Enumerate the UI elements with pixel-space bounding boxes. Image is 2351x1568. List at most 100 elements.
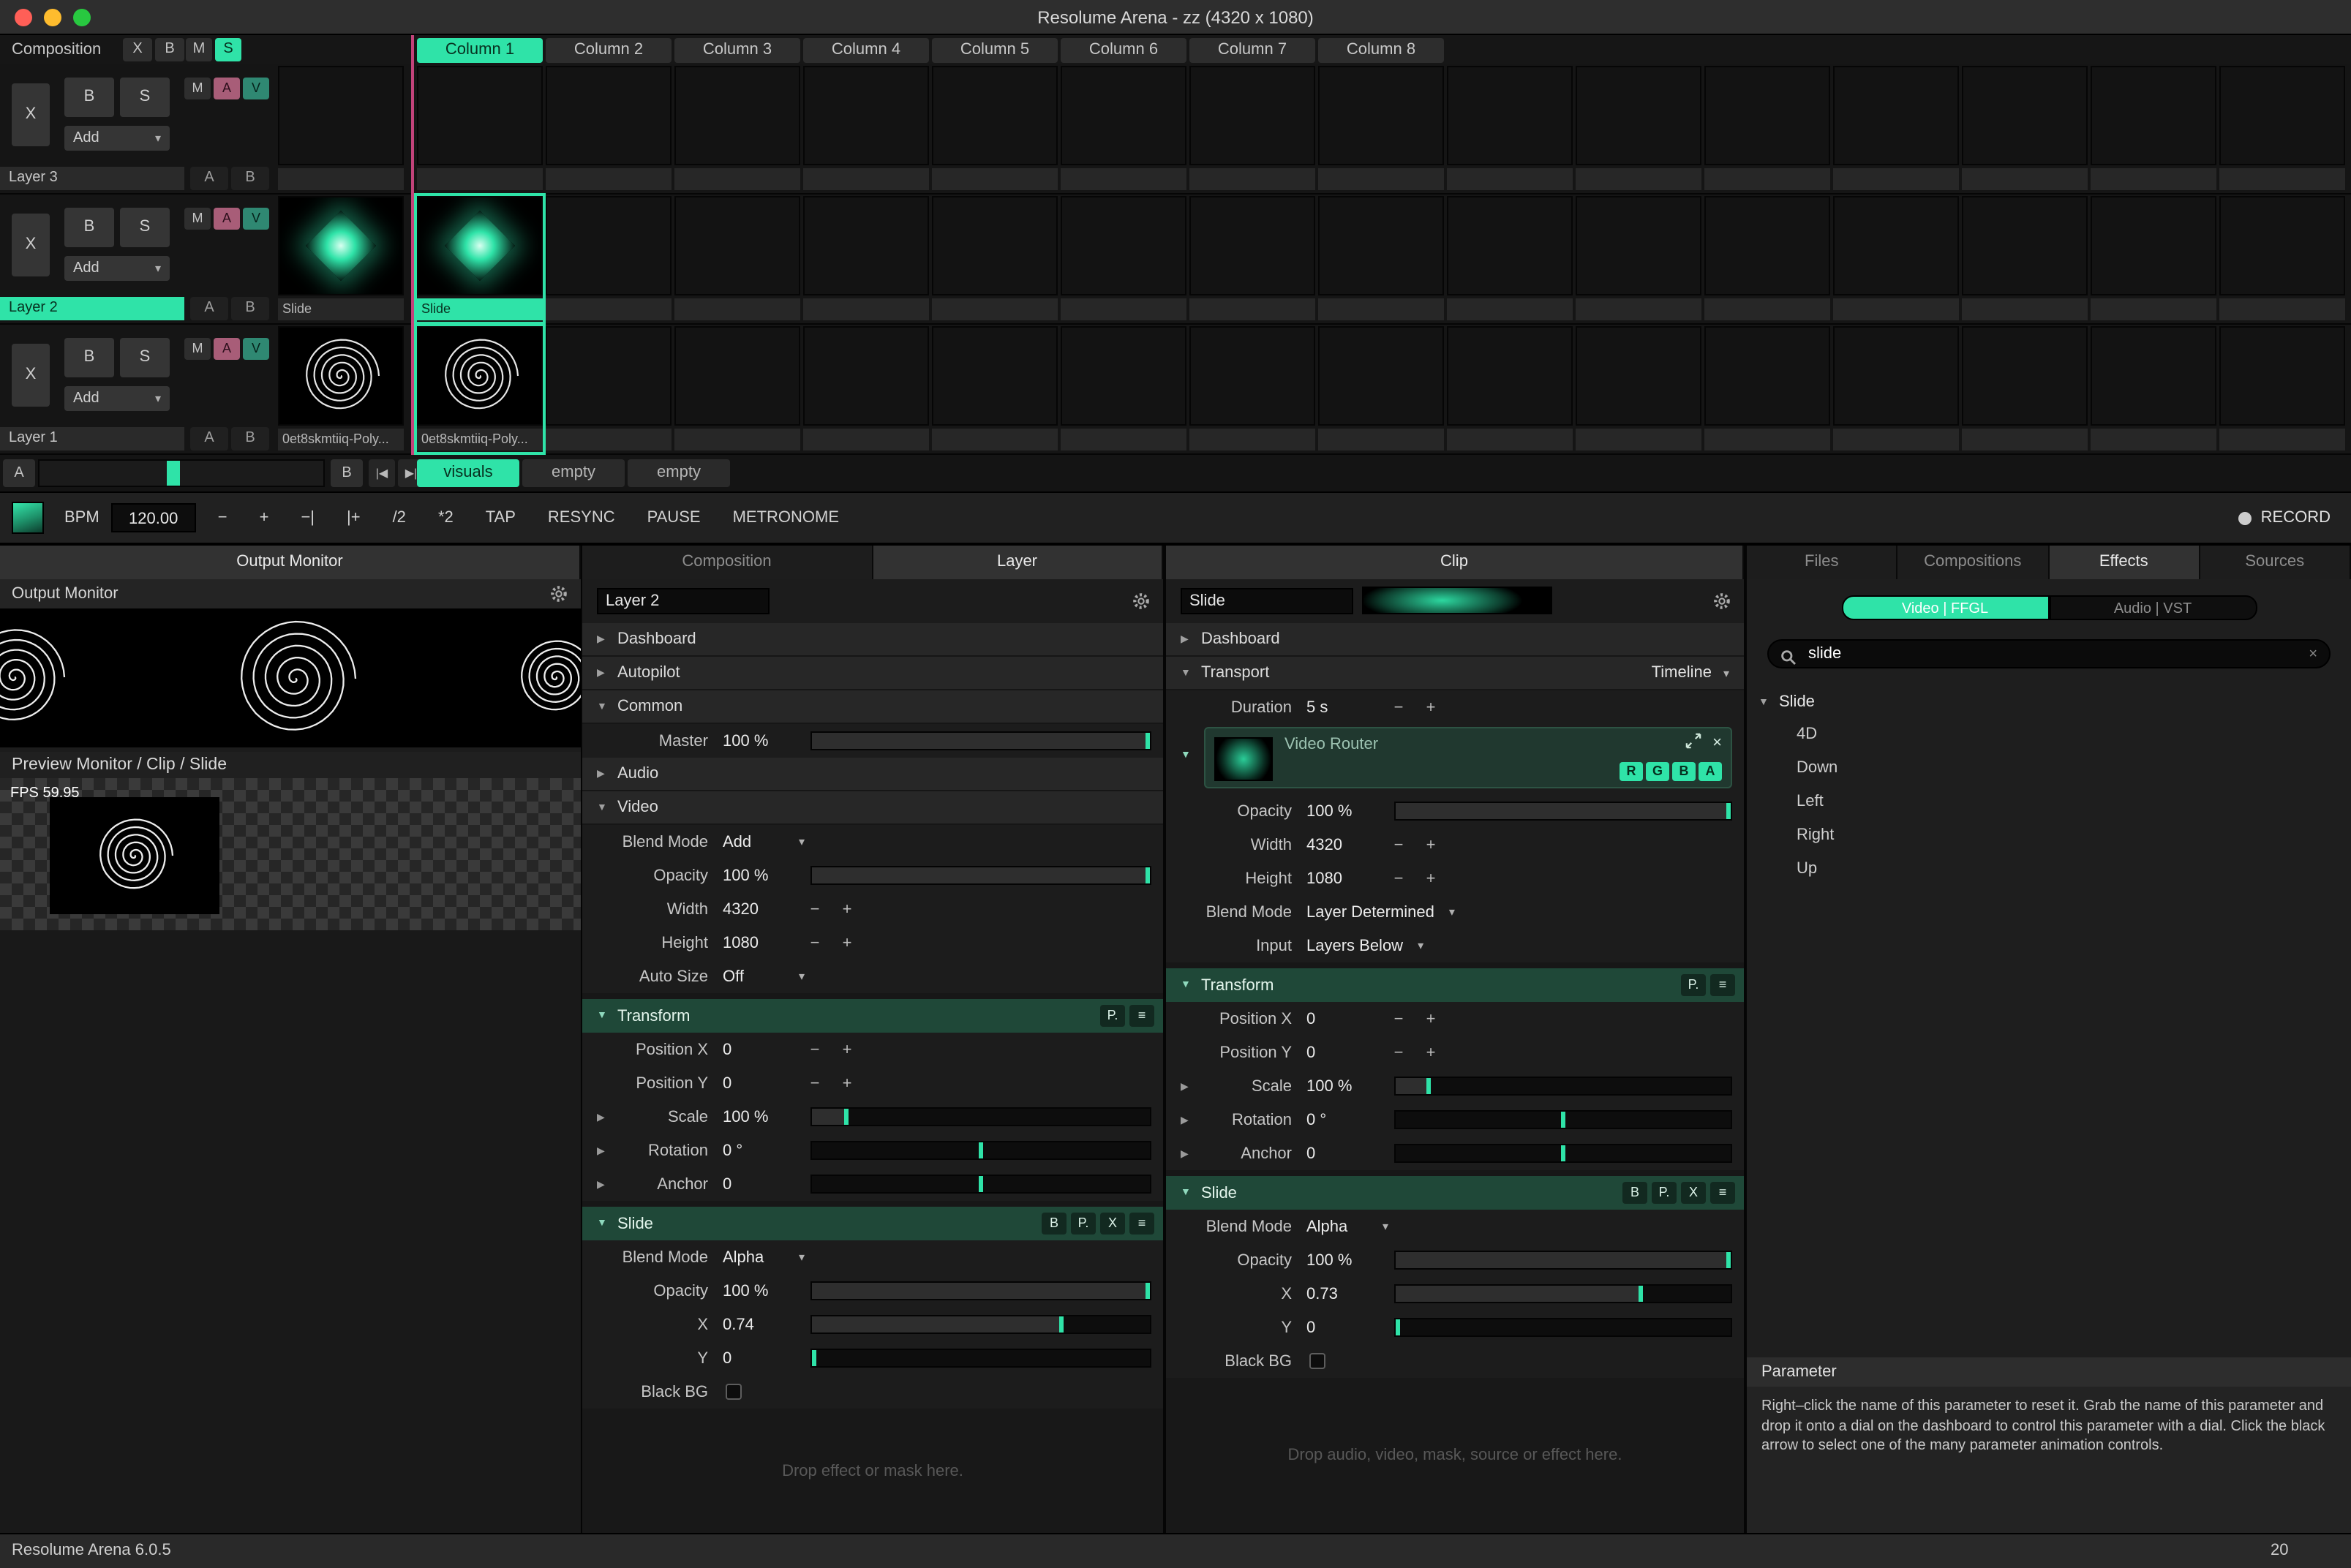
clip-cell[interactable] [2219,66,2345,192]
column-header-1[interactable]: Column 1 [417,38,543,63]
composition-s-button[interactable]: S [215,38,241,61]
clip-cell[interactable] [1576,196,1701,322]
bpm-half-button[interactable]: /2 [377,502,422,534]
slider-handle[interactable] [1146,1283,1150,1299]
drop-target[interactable]: Drop effect or mask here. [582,1409,1163,1533]
layer-m-button[interactable]: M [184,208,211,230]
layer-crossfader-a[interactable]: A [190,427,228,451]
clip-cell[interactable] [2091,66,2216,192]
param-value[interactable]: 0 [1306,1044,1383,1061]
increment-button[interactable]: + [1415,836,1447,853]
layer-settings-gear-icon[interactable] [1131,591,1151,611]
layer-a-button[interactable]: A [214,78,240,99]
composition-bypass-button[interactable]: B [155,38,184,61]
clip-cell[interactable] [803,196,929,322]
transport-mode-dropdown[interactable]: Timeline▾ [1652,664,1729,682]
param-slider[interactable] [1394,1144,1732,1163]
tab-composition[interactable]: Composition [582,546,873,579]
param-slider[interactable] [810,1175,1151,1194]
crossfader-slider[interactable] [38,459,325,487]
deck-tab-visuals-0[interactable]: visuals [417,459,519,487]
clip-cell[interactable] [1318,326,1444,452]
crossfader-b-button[interactable]: B [331,459,363,487]
param-value[interactable]: 0 [1306,1319,1383,1336]
param-slider[interactable] [810,866,1151,885]
effect-item-left[interactable]: Left [1747,785,2351,819]
clip-cell[interactable] [1189,66,1315,192]
decrement-button[interactable]: − [799,900,831,918]
param-slider[interactable] [1394,1284,1732,1303]
effect-item-right[interactable]: Right [1747,819,2351,853]
slider-handle[interactable] [1146,733,1150,749]
layer-solo-button[interactable]: S [120,78,170,117]
layer-active-clip-preview[interactable]: 0et8skmtiiq-Poly... [278,326,404,452]
clip-cell[interactable]: 0et8skmtiiq-Poly... [417,326,543,452]
crossfader-handle[interactable] [167,461,180,486]
bpm-increase-button[interactable]: + [244,502,285,534]
toggle-audio-vst[interactable]: Audio | VST [2049,595,2257,620]
layer-blend-dropdown[interactable]: Add▾ [64,256,170,281]
layer-bypass-button[interactable]: B [64,338,114,377]
slider-handle[interactable] [1726,1252,1731,1268]
param-value[interactable]: 100 % [723,1282,799,1300]
clip-cell[interactable]: Slide [417,196,543,322]
effect-item-down[interactable]: Down [1747,752,2351,785]
decrement-button[interactable]: − [799,934,831,951]
slider-handle[interactable] [979,1176,983,1192]
layer-crossfader-b[interactable]: B [231,297,269,320]
decrement-button[interactable]: − [1383,698,1415,716]
layer-blend-dropdown[interactable]: Add▾ [64,386,170,411]
expand-icon[interactable]: ▶ [597,1145,605,1156]
layer-crossfader-a[interactable]: A [190,297,228,320]
clip-cell[interactable] [1576,66,1701,192]
clip-cell[interactable] [1962,66,2088,192]
layer-a-button[interactable]: A [214,338,240,360]
param-slider[interactable] [810,1141,1151,1160]
param-value[interactable]: 4320 [723,900,799,918]
param-value[interactable]: 1080 [1306,870,1383,887]
clip-cell[interactable] [2091,196,2216,322]
output-settings-gear-icon[interactable] [549,584,569,604]
header-close-button[interactable]: X [1681,1182,1706,1204]
layer-bypass-button[interactable]: B [64,78,114,117]
collapse-icon[interactable]: ▼ [1181,750,1191,761]
column-header-2[interactable]: Column 2 [546,38,672,63]
param-dropdown[interactable]: Alpha▾ [1306,1218,1388,1235]
expand-icon[interactable]: ▶ [1181,1114,1189,1126]
clip-cell[interactable] [1318,196,1444,322]
param-value[interactable]: 0 [723,1041,799,1058]
layer-crossfader-b[interactable]: B [231,167,269,190]
increment-button[interactable]: + [1415,1010,1447,1028]
section-dashboard[interactable]: ▶Dashboard [1166,623,1744,657]
param-value[interactable]: 4320 [1306,836,1383,853]
slider-handle[interactable] [812,1350,816,1366]
tab-layer[interactable]: Layer [873,546,1163,579]
param-value[interactable]: 100 % [723,867,799,884]
layer-clear-button[interactable]: X [12,344,50,407]
header-menu-button[interactable]: ≡ [1710,974,1735,996]
expand-icon[interactable]: ▶ [1181,1147,1189,1159]
video-router-effect[interactable]: Video Router×RGBA [1204,727,1732,788]
param-value[interactable]: 0 ° [1306,1111,1383,1128]
clip-cell[interactable] [1576,326,1701,452]
layer-bypass-button[interactable]: B [64,208,114,247]
metronome-button[interactable]: METRONOME [717,502,855,534]
clip-cell[interactable] [674,326,800,452]
clip-cell[interactable] [1704,66,1830,192]
param-value[interactable]: 100 % [723,732,799,750]
clip-cell[interactable] [417,66,543,192]
clip-cell[interactable] [1962,326,2088,452]
param-value[interactable]: 100 % [1306,1251,1383,1269]
decrement-button[interactable]: − [1383,1044,1415,1061]
clip-cell[interactable] [2219,196,2345,322]
search-box[interactable]: × [1767,639,2331,668]
toggle-video-ffgl[interactable]: Video | FFGL [1841,595,2049,620]
crossfader-a-button[interactable]: A [3,459,35,487]
slider-handle[interactable] [1638,1286,1642,1302]
slider-handle[interactable] [1427,1078,1432,1094]
section-video[interactable]: ▼Video [582,791,1163,825]
layer-m-button[interactable]: M [184,78,211,99]
header-menu-button[interactable]: ≡ [1129,1213,1154,1235]
layer-name-tab[interactable]: Layer 2 [0,297,184,320]
slider-handle[interactable] [1561,1112,1565,1128]
